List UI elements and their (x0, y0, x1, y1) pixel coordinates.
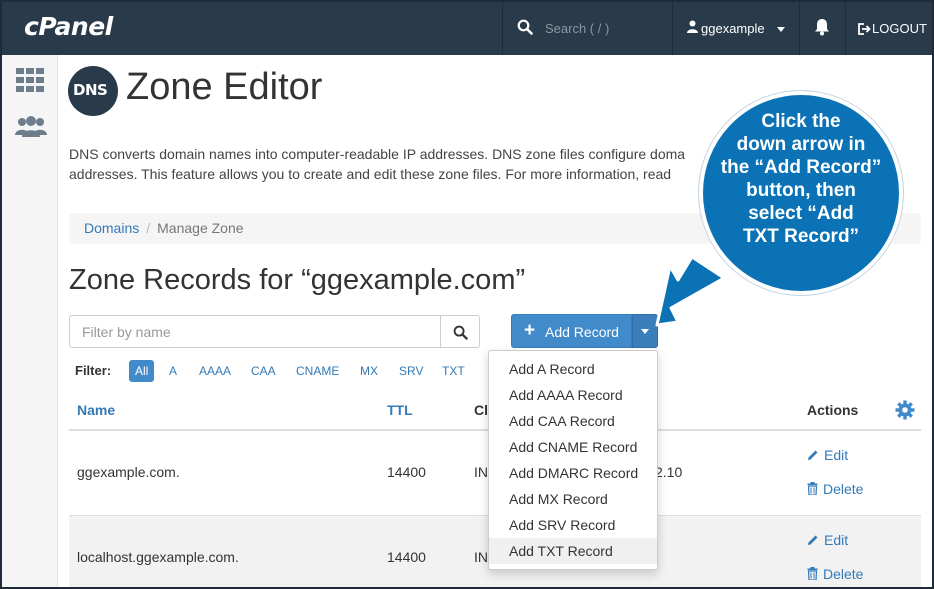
logout-icon (858, 23, 871, 35)
trash-icon (807, 567, 818, 581)
page-title: Zone Editor (126, 66, 323, 108)
zone-records-title: Zone Records for “ggexample.com” (69, 264, 526, 296)
dns-logo-text: DNS (73, 81, 108, 99)
dns-logo: DNS (68, 66, 118, 116)
delete-record-button[interactable]: Delete (807, 566, 863, 582)
column-header-class[interactable]: Cl (474, 402, 488, 418)
filter-aaaa[interactable]: AAAA (199, 360, 231, 382)
callout-line: button, then (746, 180, 856, 201)
gear-icon[interactable] (895, 400, 915, 420)
edit-label: Edit (824, 447, 849, 463)
filter-mx[interactable]: MX (360, 360, 378, 382)
breadcrumb-separator: / (146, 220, 151, 236)
filter-srv[interactable]: SRV (399, 360, 423, 382)
sidebar (2, 55, 58, 587)
column-header-ttl[interactable]: TTL (387, 402, 413, 418)
plus-icon: + (524, 320, 536, 341)
apps-grid-icon[interactable] (14, 67, 46, 93)
breadcrumb-domains-link[interactable]: Domains (84, 220, 139, 236)
callout-text: Click the down arrow in the “Add Record”… (699, 110, 903, 248)
menu-item-add-a-record[interactable]: Add A Record (489, 356, 657, 382)
filter-txt[interactable]: TXT (442, 360, 465, 382)
edit-label: Edit (824, 532, 849, 548)
notifications-button[interactable] (800, 2, 846, 55)
logout-button[interactable]: LOGOUT (858, 21, 927, 36)
callout-line: TXT Record” (742, 226, 860, 247)
cpanel-logo[interactable]: cPanel (24, 12, 113, 41)
delete-record-button[interactable]: Delete (807, 481, 863, 497)
breadcrumb-current: Manage Zone (157, 220, 244, 236)
add-record-dropdown-toggle[interactable] (632, 314, 658, 348)
pencil-icon (808, 535, 818, 545)
user-icon (687, 20, 698, 33)
callout-line: the “Add Record” (720, 157, 882, 178)
filter-label: Filter: (75, 363, 112, 378)
description-line-1: DNS converts domain names into computer-… (69, 146, 686, 162)
callout-line: select “Add (748, 203, 854, 224)
logout-label: LOGOUT (872, 21, 927, 36)
callout-line: Click the (761, 111, 841, 132)
record-class: IN (474, 549, 488, 565)
menu-item-add-dmarc-record[interactable]: Add DMARC Record (489, 460, 657, 486)
menu-item-add-txt-record[interactable]: Add TXT Record (489, 538, 657, 564)
caret-down-icon (641, 329, 649, 334)
search-placeholder: Search ( / ) (545, 21, 610, 36)
bell-icon (815, 19, 829, 36)
search-icon (517, 19, 533, 35)
top-navbar: cPanel Search ( / ) ggexample LOGOUT (2, 2, 932, 55)
app-frame: cPanel Search ( / ) ggexample LOGOUT DNS… (0, 0, 934, 589)
filter-caa[interactable]: CAA (251, 360, 276, 382)
filter-a[interactable]: A (169, 360, 177, 382)
menu-item-add-mx-record[interactable]: Add MX Record (489, 486, 657, 512)
filter-by-name-input[interactable] (69, 315, 441, 348)
record-ttl: 14400 (387, 549, 426, 565)
menu-item-add-aaaa-record[interactable]: Add AAAA Record (489, 382, 657, 408)
record-class: IN (474, 464, 488, 480)
record-name: localhost.ggexample.com. (77, 549, 239, 565)
add-record-dropdown-menu: Add A Record Add AAAA Record Add CAA Rec… (488, 350, 658, 570)
page-description: DNS converts domain names into computer-… (69, 144, 709, 184)
filter-all[interactable]: All (129, 360, 155, 382)
pencil-icon (808, 450, 818, 460)
add-record-button[interactable]: + Add Record (511, 314, 632, 348)
callout-line: down arrow in (736, 134, 866, 155)
column-header-name[interactable]: Name (77, 402, 115, 418)
filter-search-button[interactable] (440, 315, 480, 348)
trash-icon (807, 482, 818, 496)
global-search[interactable]: Search ( / ) (502, 2, 673, 55)
username: ggexample (701, 21, 765, 36)
column-header-actions: Actions (807, 402, 859, 418)
menu-item-add-cname-record[interactable]: Add CNAME Record (489, 434, 657, 460)
record-name: ggexample.com. (77, 464, 180, 480)
menu-item-add-caa-record[interactable]: Add CAA Record (489, 408, 657, 434)
record-ttl: 14400 (387, 464, 426, 480)
edit-record-button[interactable]: Edit (807, 447, 848, 463)
edit-record-button[interactable]: Edit (807, 532, 848, 548)
menu-item-add-srv-record[interactable]: Add SRV Record (489, 512, 657, 538)
users-icon[interactable] (14, 115, 48, 139)
filter-cname[interactable]: CNAME (296, 360, 339, 382)
user-menu[interactable]: ggexample (673, 2, 800, 55)
chevron-down-icon (777, 27, 785, 32)
search-icon (453, 325, 468, 340)
description-line-2: addresses. This feature allows you to cr… (69, 166, 672, 182)
delete-label: Delete (823, 566, 864, 582)
delete-label: Delete (823, 481, 864, 497)
add-record-label: Add Record (545, 324, 619, 340)
record-value: 2.10 (655, 464, 683, 480)
